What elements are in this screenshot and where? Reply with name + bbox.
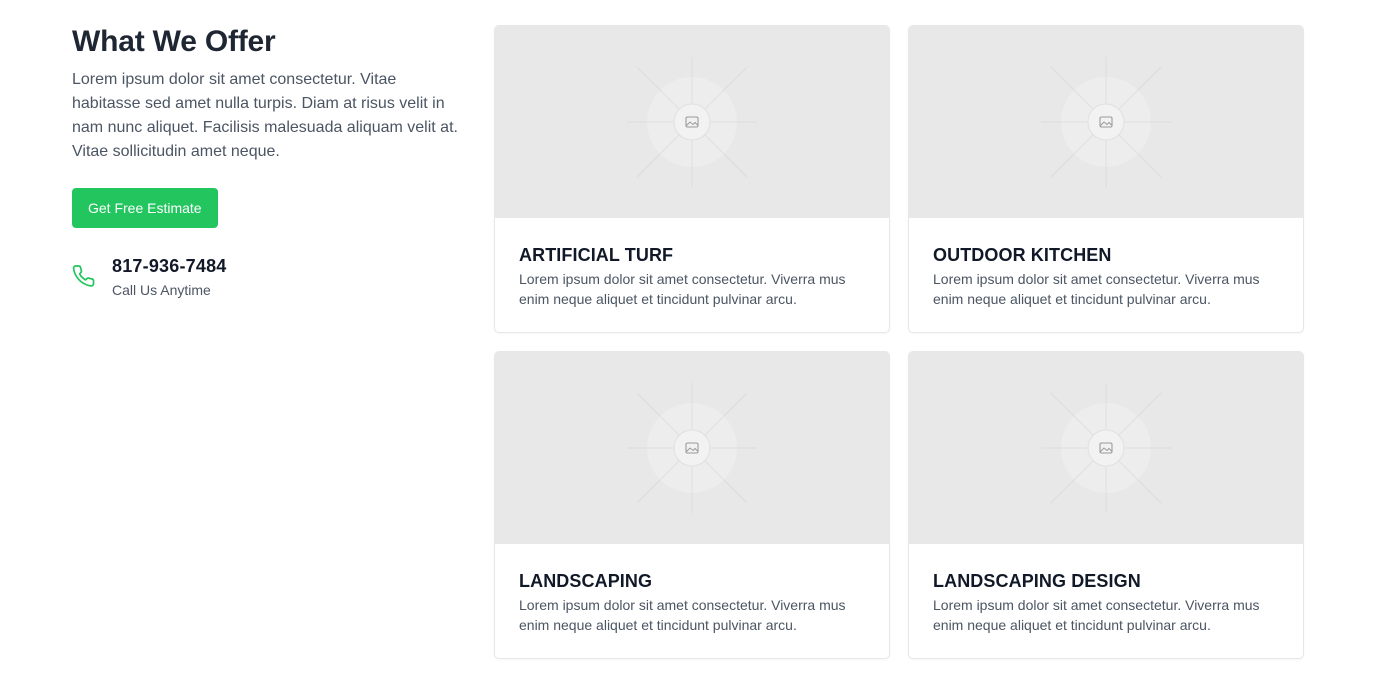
intro-text: Lorem ipsum dolor sit amet consectetur. … — [72, 71, 458, 160]
image-placeholder-icon — [627, 383, 757, 513]
image-placeholder-icon — [627, 57, 757, 187]
service-description: Lorem ipsum dolor sit amet consectetur. … — [933, 597, 1260, 633]
phone-number[interactable]: 817-936-7484 — [112, 255, 227, 277]
service-image — [495, 352, 889, 544]
service-title: LANDSCAPING — [519, 571, 653, 591]
image-placeholder-icon — [1041, 57, 1171, 187]
service-image — [909, 352, 1303, 544]
phone-details: 817-936-7484 Call Us Anytime — [112, 255, 227, 300]
service-card-artificial-turf[interactable]: ARTIFICIAL TURF Lorem ipsum dolor sit am… — [494, 25, 890, 333]
get-free-estimate-button[interactable]: Get Free Estimate — [72, 188, 218, 228]
service-image — [495, 26, 889, 218]
phone-contact[interactable]: 817-936-7484 Call Us Anytime — [72, 255, 227, 300]
intro-column: What We Offer Lorem ipsum dolor sit amet… — [72, 22, 462, 298]
image-placeholder-icon — [1041, 383, 1171, 513]
phone-icon — [72, 264, 96, 288]
page-title: What We Offer — [72, 25, 276, 58]
service-card-landscaping[interactable]: LANDSCAPING Lorem ipsum dolor sit amet c… — [494, 351, 890, 659]
service-description: Lorem ipsum dolor sit amet consectetur. … — [933, 271, 1260, 307]
service-card-outdoor-kitchen[interactable]: OUTDOOR KITCHEN Lorem ipsum dolor sit am… — [908, 25, 1304, 333]
phone-caption: Call Us Anytime — [112, 282, 211, 298]
service-title: LANDSCAPING DESIGN — [933, 571, 1141, 591]
service-description: Lorem ipsum dolor sit amet consectetur. … — [519, 271, 846, 307]
service-title: ARTIFICIAL TURF — [519, 245, 674, 265]
service-description: Lorem ipsum dolor sit amet consectetur. … — [519, 597, 846, 633]
service-card-landscaping-design[interactable]: LANDSCAPING DESIGN Lorem ipsum dolor sit… — [908, 351, 1304, 659]
service-image — [909, 26, 1303, 218]
service-title: OUTDOOR KITCHEN — [933, 245, 1112, 265]
